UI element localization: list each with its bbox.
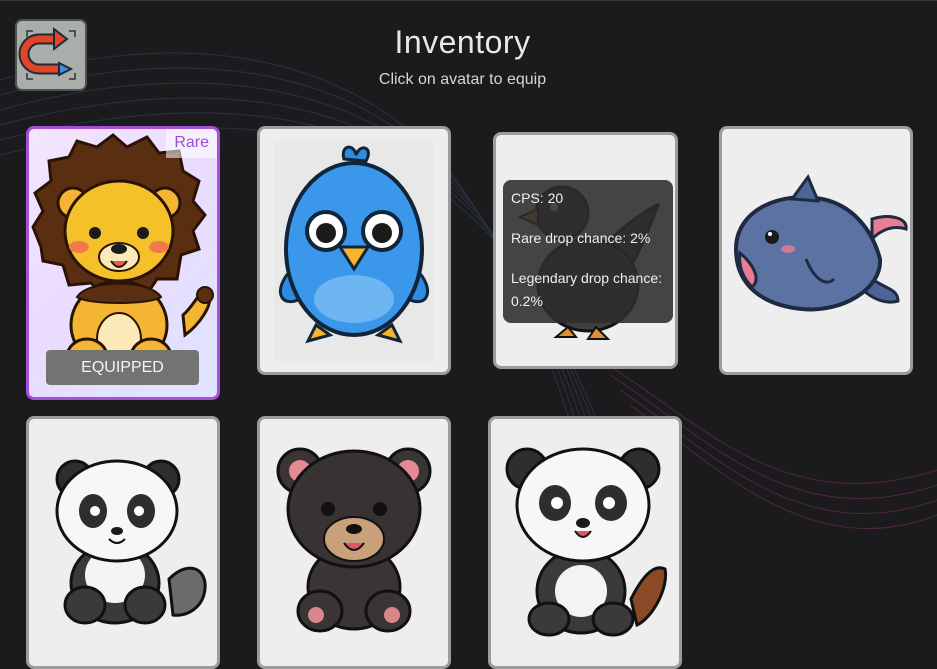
page-subtitle: Click on avatar to equip — [378, 71, 547, 88]
avatar-card-black-bear[interactable] — [257, 416, 451, 669]
dolphin-avatar-image — [733, 173, 908, 312]
bear-avatar-image — [276, 447, 432, 633]
page-title: Inventory — [394, 24, 531, 60]
tooltip-rare-chance: Rare drop chance: 2% — [511, 230, 651, 246]
avatar-card-black-duck[interactable]: CPS: 20 Rare drop chance: 2% Legendary d… — [493, 132, 678, 369]
top-border — [0, 0, 937, 1]
tooltip-legendary-chance: Legendary drop chance: 0.2% — [511, 270, 662, 309]
avatar-card-lion[interactable]: Rare EQUIPPED — [26, 126, 220, 400]
tooltip-cps: CPS: 20 — [511, 190, 564, 206]
rarity-badge: Rare — [166, 129, 217, 158]
bird-avatar-image — [274, 141, 434, 361]
panda-avatar-image — [55, 459, 207, 625]
avatar-card-panda[interactable] — [26, 416, 220, 669]
avatar-card-dolphin[interactable] — [719, 126, 913, 375]
avatar-card-panda-red-tail[interactable] — [488, 416, 682, 669]
avatar-stats-tooltip: CPS: 20 Rare drop chance: 2% Legendary d… — [503, 180, 673, 323]
avatar-card-blue-bird[interactable] — [257, 126, 451, 375]
equipped-badge: EQUIPPED — [46, 350, 199, 385]
panda-red-tail-avatar-image — [505, 447, 668, 637]
